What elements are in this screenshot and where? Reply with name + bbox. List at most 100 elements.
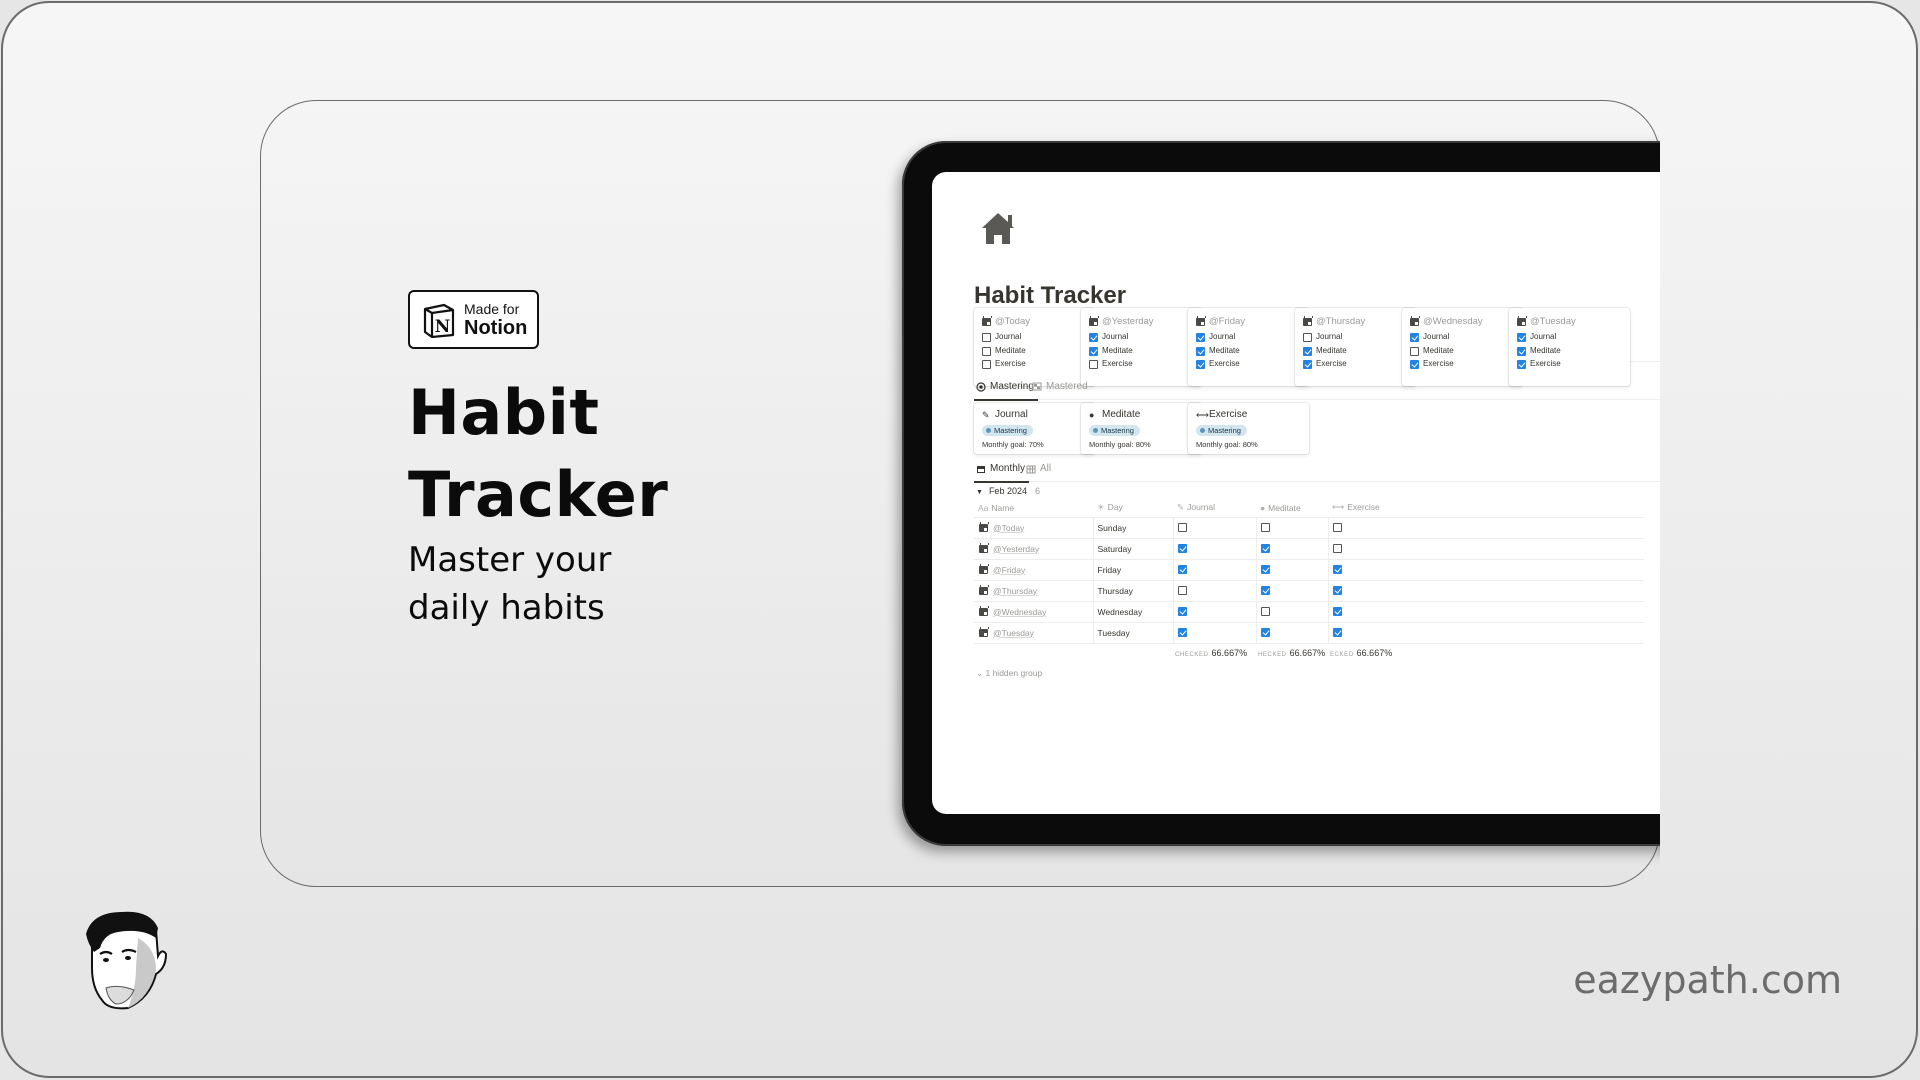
checkbox-checked[interactable] [1177,627,1187,637]
cell-exercise [1328,600,1644,622]
checkbox-unchecked[interactable] [982,333,991,342]
notion-screen: Habit Tracker New Day Daily @TodayJourna… [932,172,1660,814]
checklist-item[interactable]: Meditate [1410,346,1454,356]
calc-meditate[interactable]: HECKED 66.667% [1258,648,1325,658]
habit-card[interactable]: ✎ Journal Mastering Monthly goal: 70% [974,403,1095,454]
checkbox-checked[interactable] [1303,360,1312,369]
column-header-journal[interactable]: ✎ Journal [1173,499,1256,517]
checkbox-checked[interactable] [1303,346,1312,356]
checklist-item[interactable]: Meditate [982,346,1026,356]
table-header-row: Aa Name ☀ Day ✎ Journal ● Meditate ⟷ Exercise [974,499,1644,517]
daily-card[interactable]: @Today Journal Meditate Exercise [974,308,1095,386]
checkbox-unchecked[interactable] [1089,360,1098,369]
checklist-item[interactable]: Exercise [982,359,1026,369]
calc-journal[interactable]: CHECKED 66.667% [1175,648,1247,658]
checkbox-unchecked[interactable] [1177,585,1187,595]
calendar-icon [979,626,989,637]
calc-exercise[interactable]: ECKED 66.667% [1330,648,1392,658]
checkbox-checked[interactable] [1332,606,1342,616]
checkbox-unchecked[interactable] [1332,522,1342,532]
checkbox-unchecked[interactable] [1260,522,1270,532]
checkbox-unchecked[interactable] [1332,543,1342,553]
checkbox-unchecked[interactable] [982,360,991,369]
checkbox-checked[interactable] [1260,543,1270,553]
checkbox-checked[interactable] [1089,333,1098,342]
checklist-item[interactable]: Exercise [1196,359,1240,369]
table-row[interactable]: @Friday Friday [974,558,1644,580]
column-header-meditate[interactable]: ● Meditate [1256,499,1328,517]
checkbox-checked[interactable] [1332,585,1342,595]
table-row[interactable]: @Wednesday Wednesday [974,600,1644,622]
checkbox-checked[interactable] [1260,585,1270,595]
checklist-item[interactable]: Meditate [1089,346,1133,356]
checkbox-checked[interactable] [1410,360,1419,369]
site-url[interactable]: eazypath.com [1573,958,1842,1002]
checkbox-unchecked[interactable] [982,346,991,356]
daily-card[interactable]: @Thursday Journal Meditate Exercise [1295,308,1416,386]
cell-exercise [1328,537,1644,559]
checkbox-unchecked[interactable] [1410,346,1419,356]
checkbox-checked[interactable] [1196,346,1205,356]
column-header-exercise[interactable]: ⟷ Exercise [1328,499,1644,517]
cell-name[interactable]: @Thursday [974,579,1094,601]
tab-monthly[interactable]: Monthly [974,460,1030,483]
hidden-group-toggle[interactable]: ⌄ 1 hidden group [976,668,1042,679]
column-header-day[interactable]: ☀ Day [1093,499,1173,517]
checkbox-checked[interactable] [1410,333,1419,342]
cell-name[interactable]: @Today [974,516,1094,538]
cell-meditate [1256,558,1329,580]
cell-name[interactable]: @Tuesday [974,621,1094,644]
checklist-item[interactable]: Exercise [1303,359,1347,369]
checkbox-checked[interactable] [1517,333,1526,342]
cell-name[interactable]: @Friday [974,558,1094,580]
checkbox-unchecked[interactable] [1303,333,1312,342]
checklist-item[interactable]: Meditate [1303,346,1347,356]
checklist-item[interactable]: Journal [1303,332,1342,342]
checkbox-checked[interactable] [1517,346,1526,356]
cell-name[interactable]: @Wednesday [974,600,1094,622]
checklist-item[interactable]: Meditate [1517,346,1561,356]
checkbox-checked[interactable] [1517,360,1526,369]
habit-card[interactable]: ● Meditate Mastering Monthly goal: 80% [1081,403,1202,454]
calendar-icon [979,563,989,574]
cell-day: Saturday [1093,537,1174,559]
checkbox-checked[interactable] [1177,564,1187,574]
checklist-item[interactable]: Exercise [1089,359,1133,369]
cell-name[interactable]: @Yesterday [974,537,1094,559]
checkbox-checked[interactable] [1196,360,1205,369]
tab-mastered[interactable]: Mastered [1030,378,1088,400]
checkbox-checked[interactable] [1332,627,1342,637]
checkbox-unchecked[interactable] [1260,606,1270,616]
checklist-item-label: Meditate [1530,345,1561,355]
checklist-item[interactable]: Journal [982,332,1021,342]
checklist-item[interactable]: Exercise [1517,359,1561,369]
checklist-item[interactable]: Exercise [1410,359,1454,369]
column-header-name[interactable]: Aa Name [974,499,1093,517]
table-row[interactable]: @Yesterday Saturday [974,537,1644,559]
checklist-item[interactable]: Journal [1196,332,1235,342]
checkbox-checked[interactable] [1089,346,1098,356]
checklist-item[interactable]: Journal [1517,332,1556,342]
checkbox-checked[interactable] [1260,564,1270,574]
habit-card[interactable]: ⟷ Exercise Mastering Monthly goal: 80% [1188,403,1309,454]
daily-card[interactable]: @Wednesday Journal Meditate Exercise [1402,308,1523,386]
daily-card[interactable]: @Yesterday Journal Meditate Exercise [1081,308,1202,386]
table-row[interactable]: @Tuesday Tuesday [974,621,1644,644]
checklist-item[interactable]: Journal [1089,332,1128,342]
checkbox-checked[interactable] [1196,333,1205,342]
checkbox-checked[interactable] [1332,564,1342,574]
group-header[interactable]: ▼ Feb 2024 6 [976,486,1040,496]
checkbox-checked[interactable] [1177,606,1187,616]
row-name: @Friday [993,564,1026,575]
daily-card[interactable]: @Tuesday Journal Meditate Exercise [1509,308,1630,386]
tab-mastering[interactable]: Mastering [974,378,1038,401]
table-row[interactable]: @Today Sunday [974,516,1644,538]
checklist-item[interactable]: Meditate [1196,346,1240,356]
daily-card[interactable]: @Friday Journal Meditate Exercise [1188,308,1309,386]
checklist-item[interactable]: Journal [1410,332,1449,342]
tab-all[interactable]: All [1024,460,1051,482]
table-row[interactable]: @Thursday Thursday [974,579,1644,601]
checkbox-checked[interactable] [1260,627,1270,637]
checkbox-checked[interactable] [1177,543,1187,553]
checkbox-unchecked[interactable] [1177,522,1187,532]
